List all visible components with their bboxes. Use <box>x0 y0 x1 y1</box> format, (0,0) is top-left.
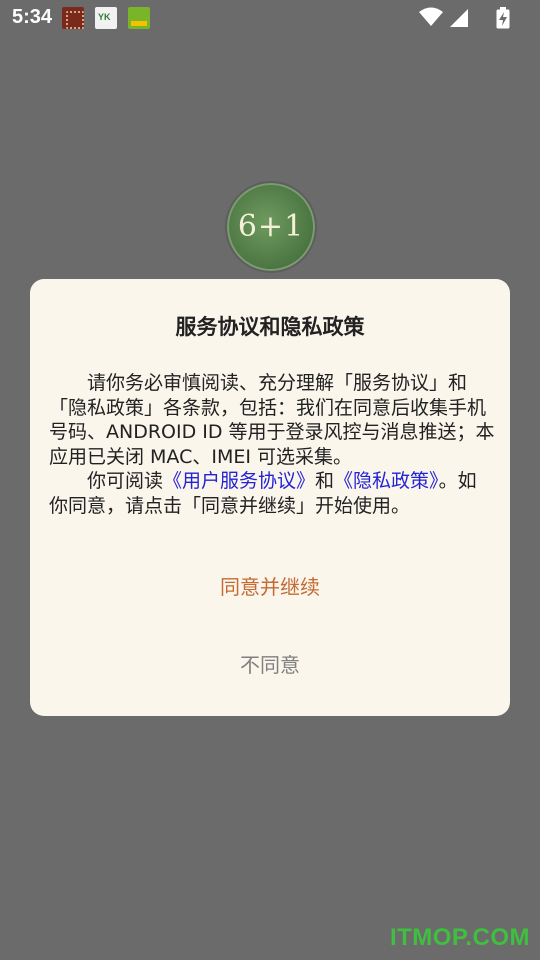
user-agreement-link[interactable]: 《用户服务协议》 <box>163 470 315 492</box>
wifi-icon <box>419 7 443 26</box>
privacy-policy-link[interactable]: 《隐私政策》 <box>334 470 439 492</box>
privacy-dialog: 服务协议和隐私政策 请你务必审慎阅读、充分理解「服务协议」和「隐私政策」各条款，… <box>30 279 510 716</box>
yk-app-icon <box>95 7 117 29</box>
battery-charging-icon <box>496 7 510 29</box>
app-logo-text: 6+1 <box>237 209 305 244</box>
signal-icon <box>450 9 468 27</box>
screen: 5:34 6+1 服务协议和隐私政策 请你务必审慎阅读、充分理解「服务协议」和「… <box>0 0 540 960</box>
agree-and-continue-button[interactable]: 同意并继续 <box>30 569 510 605</box>
status-time: 5:34 <box>12 6 53 28</box>
status-bar: 5:34 <box>0 0 540 36</box>
green-app-icon <box>128 7 150 29</box>
app-logo: 6+1 <box>225 181 317 273</box>
system-icons <box>400 6 510 30</box>
watermark: ITMOP.COM <box>389 924 530 951</box>
disagree-button[interactable]: 不同意 <box>30 647 510 683</box>
paragraph-1-text: 请你务必审慎阅读、充分理解「服务协议」和「隐私政策」各条款，包括：我们在同意后收… <box>49 372 495 468</box>
dialog-paragraph-2: 你可阅读《用户服务协议》和《隐私政策》。如你同意，请点击「同意并继续」开始使用。 <box>49 469 495 518</box>
app-notification-icon <box>62 7 84 29</box>
paragraph-2-and: 和 <box>315 470 335 492</box>
paragraph-2-prefix: 你可阅读 <box>87 470 164 492</box>
dialog-title: 服务协议和隐私政策 <box>175 315 365 339</box>
dialog-body: 请你务必审慎阅读、充分理解「服务协议」和「隐私政策」各条款，包括：我们在同意后收… <box>49 371 495 518</box>
dialog-paragraph-1: 请你务必审慎阅读、充分理解「服务协议」和「隐私政策」各条款，包括：我们在同意后收… <box>49 371 495 469</box>
